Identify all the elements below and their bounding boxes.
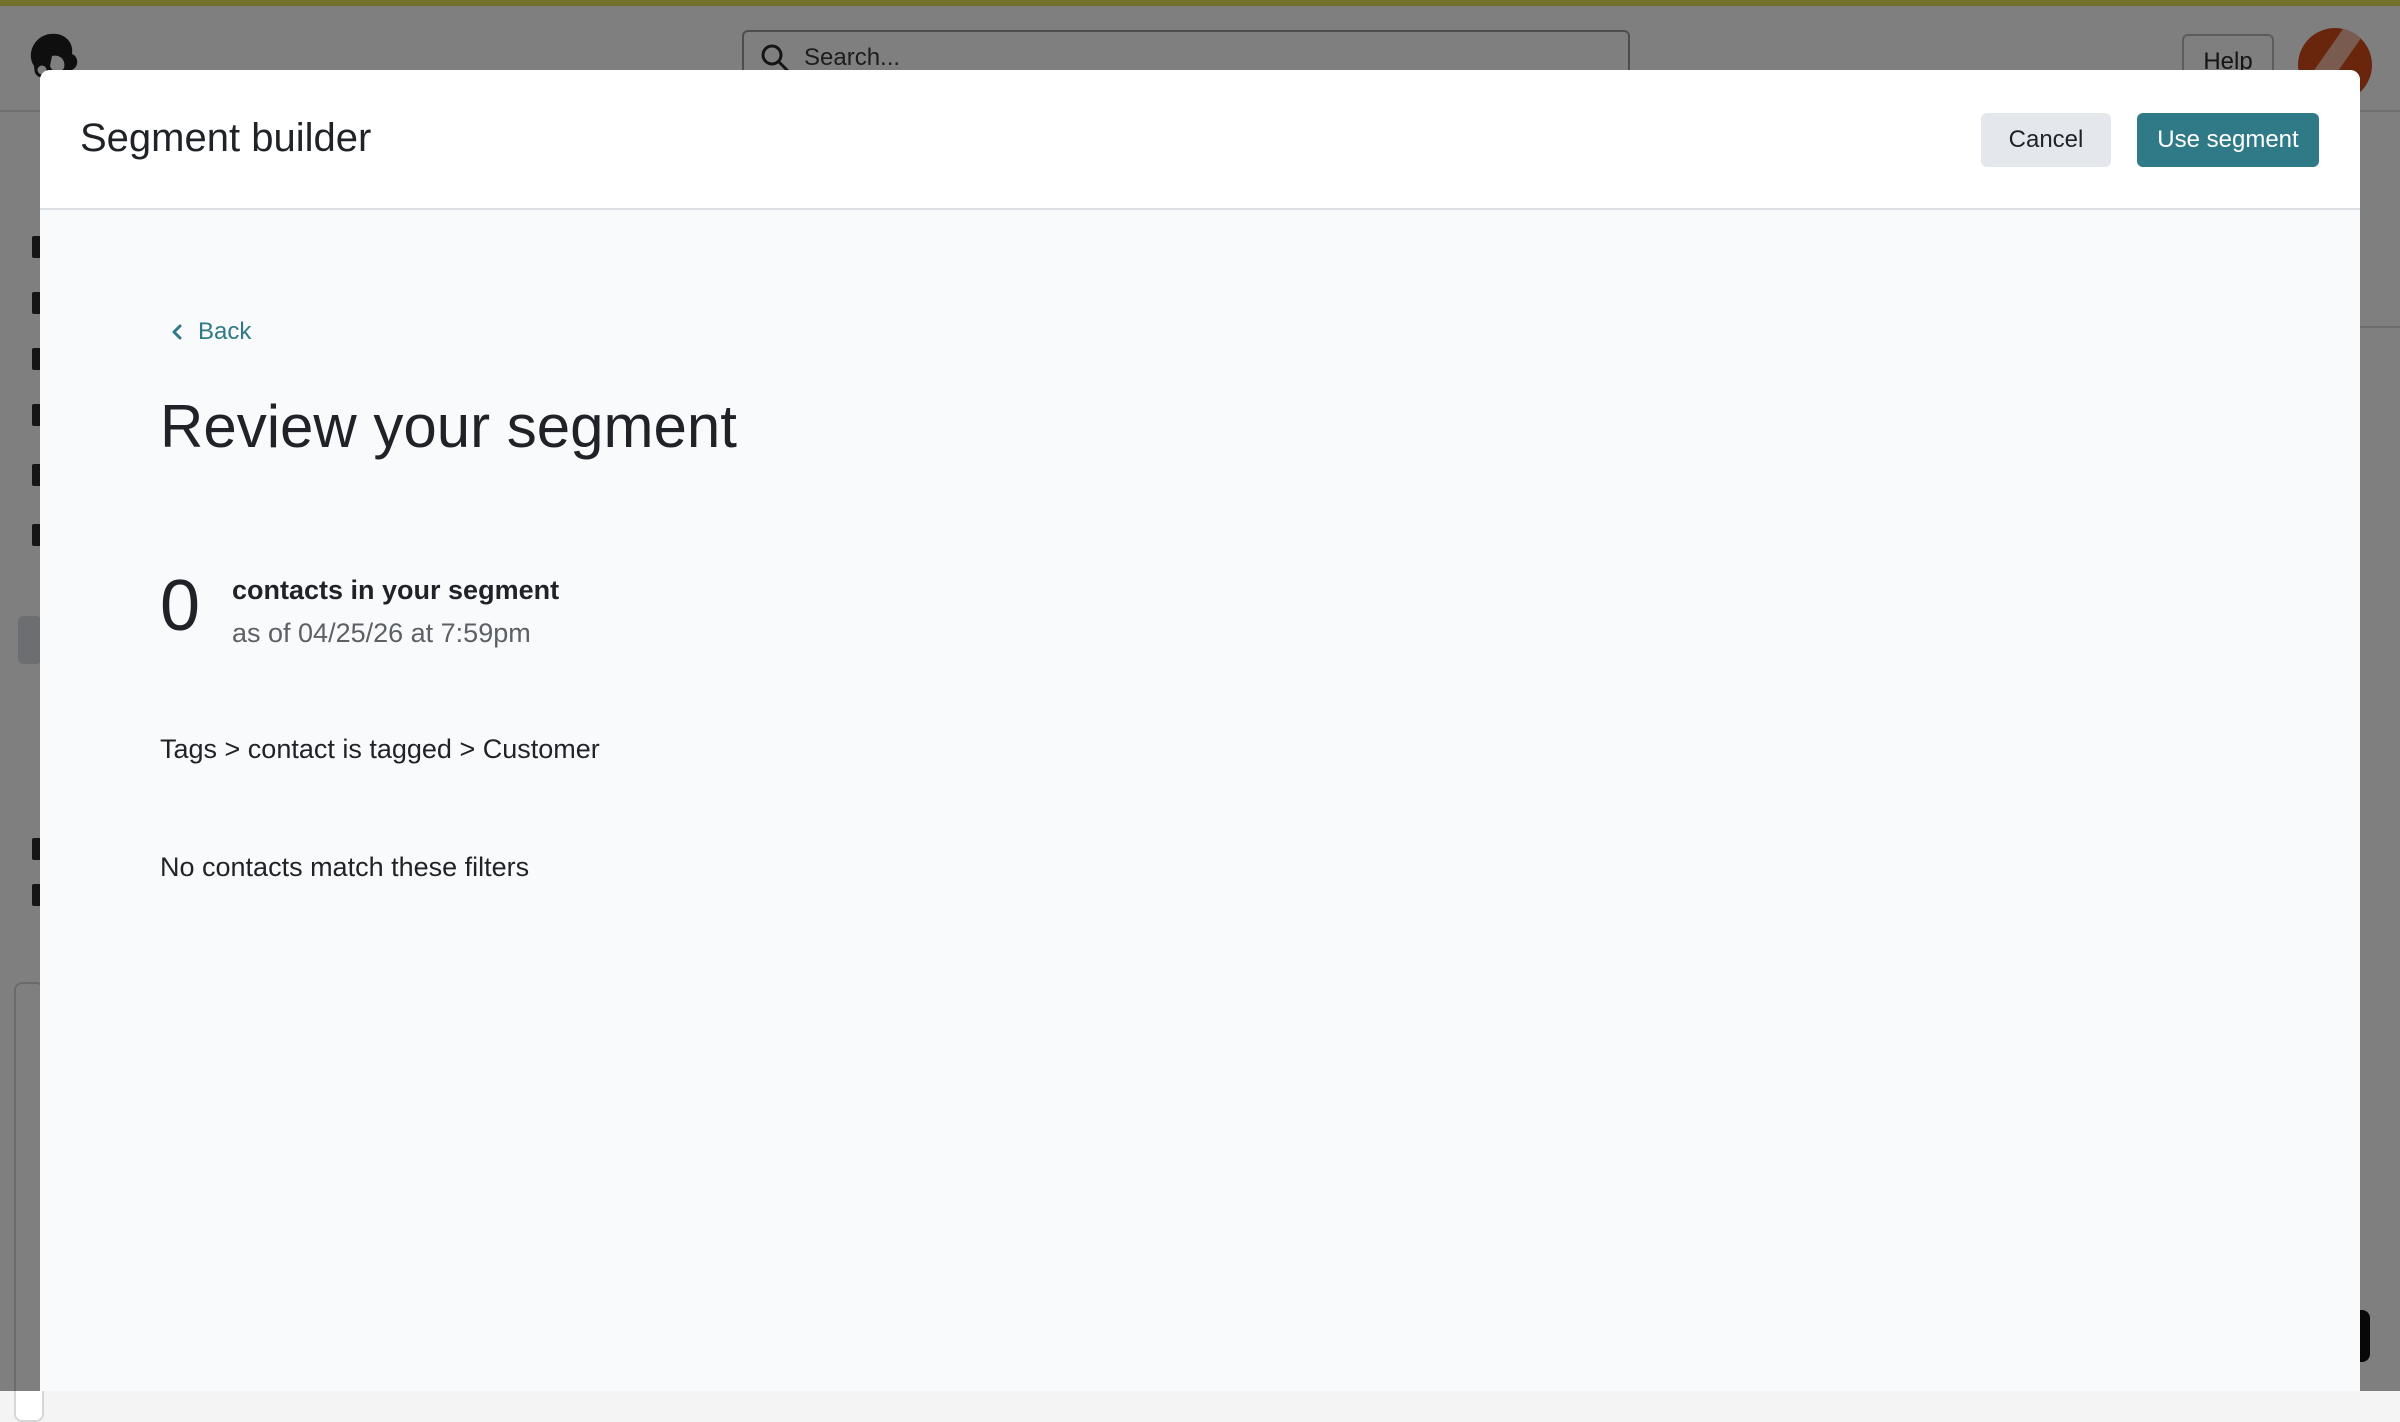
modal-header: Segment builder Cancel Use segment xyxy=(40,70,2360,210)
chevron-left-icon xyxy=(172,324,182,340)
page-heading: Review your segment xyxy=(160,393,737,460)
use-segment-button[interactable]: Use segment xyxy=(2137,113,2319,167)
modal-title: Segment builder xyxy=(80,116,372,160)
contact-count: 0 xyxy=(160,566,201,646)
empty-state-message: No contacts match these filters xyxy=(160,852,530,882)
segment-builder-modal: Segment builder Cancel Use segment Back … xyxy=(40,70,2360,1391)
filter-summary: Tags > contact is tagged > Customer xyxy=(160,734,600,764)
count-timestamp: as of 04/25/26 at 7:59pm xyxy=(232,618,531,648)
back-label: Back xyxy=(198,318,252,345)
contact-count-label: contacts in your segment xyxy=(232,575,560,605)
back-link[interactable]: Back xyxy=(170,318,251,346)
cancel-button[interactable]: Cancel xyxy=(1981,113,2111,167)
